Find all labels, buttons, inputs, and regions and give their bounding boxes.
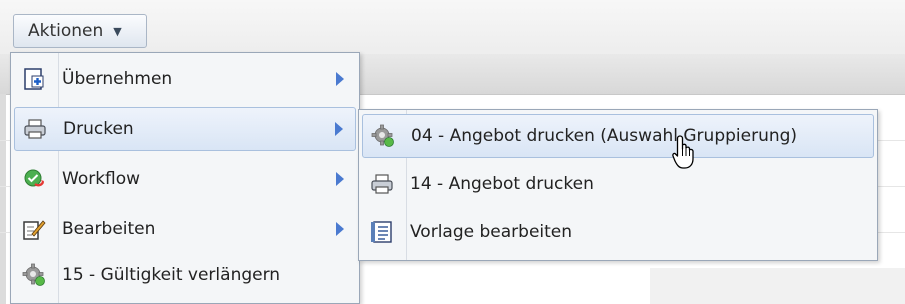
submenu-arrow-icon <box>336 72 344 86</box>
template-icon <box>370 220 394 244</box>
add-document-icon <box>22 67 46 91</box>
submenu-item-label: Vorlage bearbeiten <box>410 222 573 242</box>
grid-row-background <box>650 268 905 304</box>
menu-item-label: Bearbeiten <box>62 219 156 239</box>
edit-document-icon <box>22 217 46 241</box>
submenu-arrow-icon <box>336 172 344 186</box>
menu-item-workflow[interactable]: Workflow <box>14 157 356 201</box>
menu-item-label: Drucken <box>63 119 134 139</box>
gear-icon <box>22 263 46 287</box>
actions-menu-button[interactable]: Aktionen ▼ <box>13 14 147 48</box>
menu-item-label: 15 - Gültigkeit verlängern <box>62 265 281 285</box>
menu-item-bearbeiten[interactable]: Bearbeiten <box>14 207 356 251</box>
submenu-item-label: 04 - Angebot drucken (Auswahl Gruppierun… <box>411 126 798 146</box>
actions-dropdown-menu: Übernehmen Drucken Workflow Bearbeiten 1… <box>10 52 360 304</box>
menu-item-label: Übernehmen <box>62 69 173 89</box>
drucken-submenu: 04 - Angebot drucken (Auswahl Gruppierun… <box>358 109 878 261</box>
submenu-item-angebot-drucken-auswahl[interactable]: 04 - Angebot drucken (Auswahl Gruppierun… <box>362 114 874 158</box>
chevron-down-icon: ▼ <box>113 24 122 38</box>
menu-item-uebernehmen[interactable]: Übernehmen <box>14 57 356 101</box>
submenu-item-angebot-drucken[interactable]: 14 - Angebot drucken <box>362 162 874 206</box>
hand-cursor-icon <box>672 135 694 169</box>
menu-item-label: Workflow <box>62 169 141 189</box>
submenu-item-label: 14 - Angebot drucken <box>410 174 594 194</box>
actions-button-label: Aktionen <box>28 21 104 41</box>
submenu-item-vorlage-bearbeiten[interactable]: Vorlage bearbeiten <box>362 210 874 254</box>
menu-item-gueltigkeit-verlaengern[interactable]: 15 - Gültigkeit verlängern <box>14 253 356 297</box>
submenu-arrow-icon <box>335 122 343 136</box>
gear-icon <box>371 124 395 148</box>
submenu-arrow-icon <box>336 222 344 236</box>
menu-item-drucken[interactable]: Drucken <box>14 107 356 151</box>
printer-icon <box>370 172 394 196</box>
printer-icon <box>23 117 47 141</box>
grid-left-column <box>0 94 6 304</box>
workflow-icon <box>22 167 46 191</box>
